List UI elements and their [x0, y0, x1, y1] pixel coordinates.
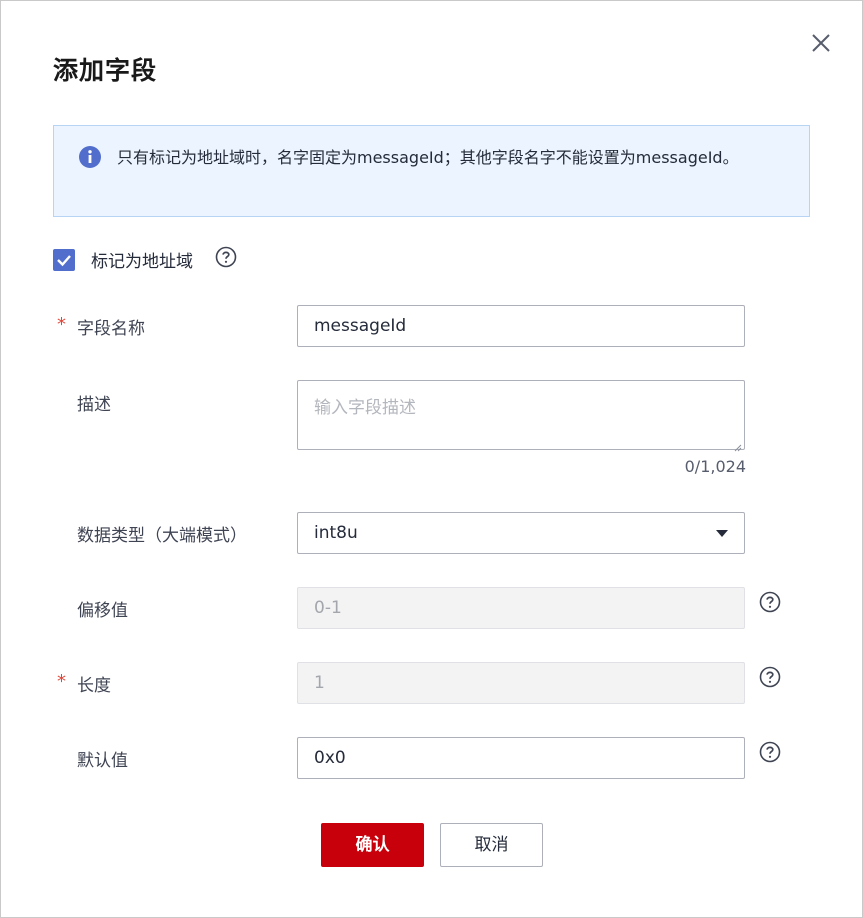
help-icon[interactable] [215, 246, 237, 268]
description-textarea[interactable]: 输入字段描述 [297, 380, 745, 452]
description-label: 描述 [77, 395, 111, 415]
data-type-label: 数据类型（大端模式） [77, 526, 247, 546]
required-marker: * [57, 314, 66, 335]
add-field-dialog: 添加字段 只有标记为地址域时，名字固定为messageId；其他字段名字不能设置… [0, 0, 863, 918]
default-value-input[interactable]: 0x0 [297, 737, 745, 779]
confirm-button[interactable]: 确认 [321, 823, 424, 867]
help-icon[interactable] [759, 591, 781, 613]
check-icon [57, 255, 71, 267]
description-placeholder: 输入字段描述 [314, 398, 416, 418]
field-name-label: 字段名称 [77, 319, 145, 339]
field-name-input[interactable]: messageId [297, 305, 745, 347]
mark-address-checkbox[interactable] [53, 249, 75, 271]
offset-label: 偏移值 [77, 601, 128, 621]
resize-handle-icon[interactable] [732, 437, 742, 452]
cancel-button[interactable]: 取消 [440, 823, 543, 867]
mark-address-label: 标记为地址域 [91, 252, 193, 272]
chevron-down-icon [716, 530, 728, 537]
dialog-title: 添加字段 [53, 56, 158, 85]
offset-input: 0-1 [297, 587, 745, 629]
default-value-label: 默认值 [77, 751, 128, 771]
help-icon[interactable] [759, 741, 781, 763]
required-marker: * [57, 671, 66, 692]
description-counter: 0/1,024 [684, 457, 746, 476]
info-icon [78, 145, 102, 169]
info-notice: 只有标记为地址域时，名字固定为messageId；其他字段名字不能设置为mess… [53, 125, 810, 217]
length-label: 长度 [77, 676, 111, 696]
data-type-value: int8u [314, 523, 358, 543]
help-icon[interactable] [759, 666, 781, 688]
length-input: 1 [297, 662, 745, 704]
data-type-select[interactable]: int8u [297, 512, 745, 554]
notice-text: 只有标记为地址域时，名字固定为messageId；其他字段名字不能设置为mess… [117, 148, 739, 167]
close-icon[interactable] [809, 31, 833, 55]
